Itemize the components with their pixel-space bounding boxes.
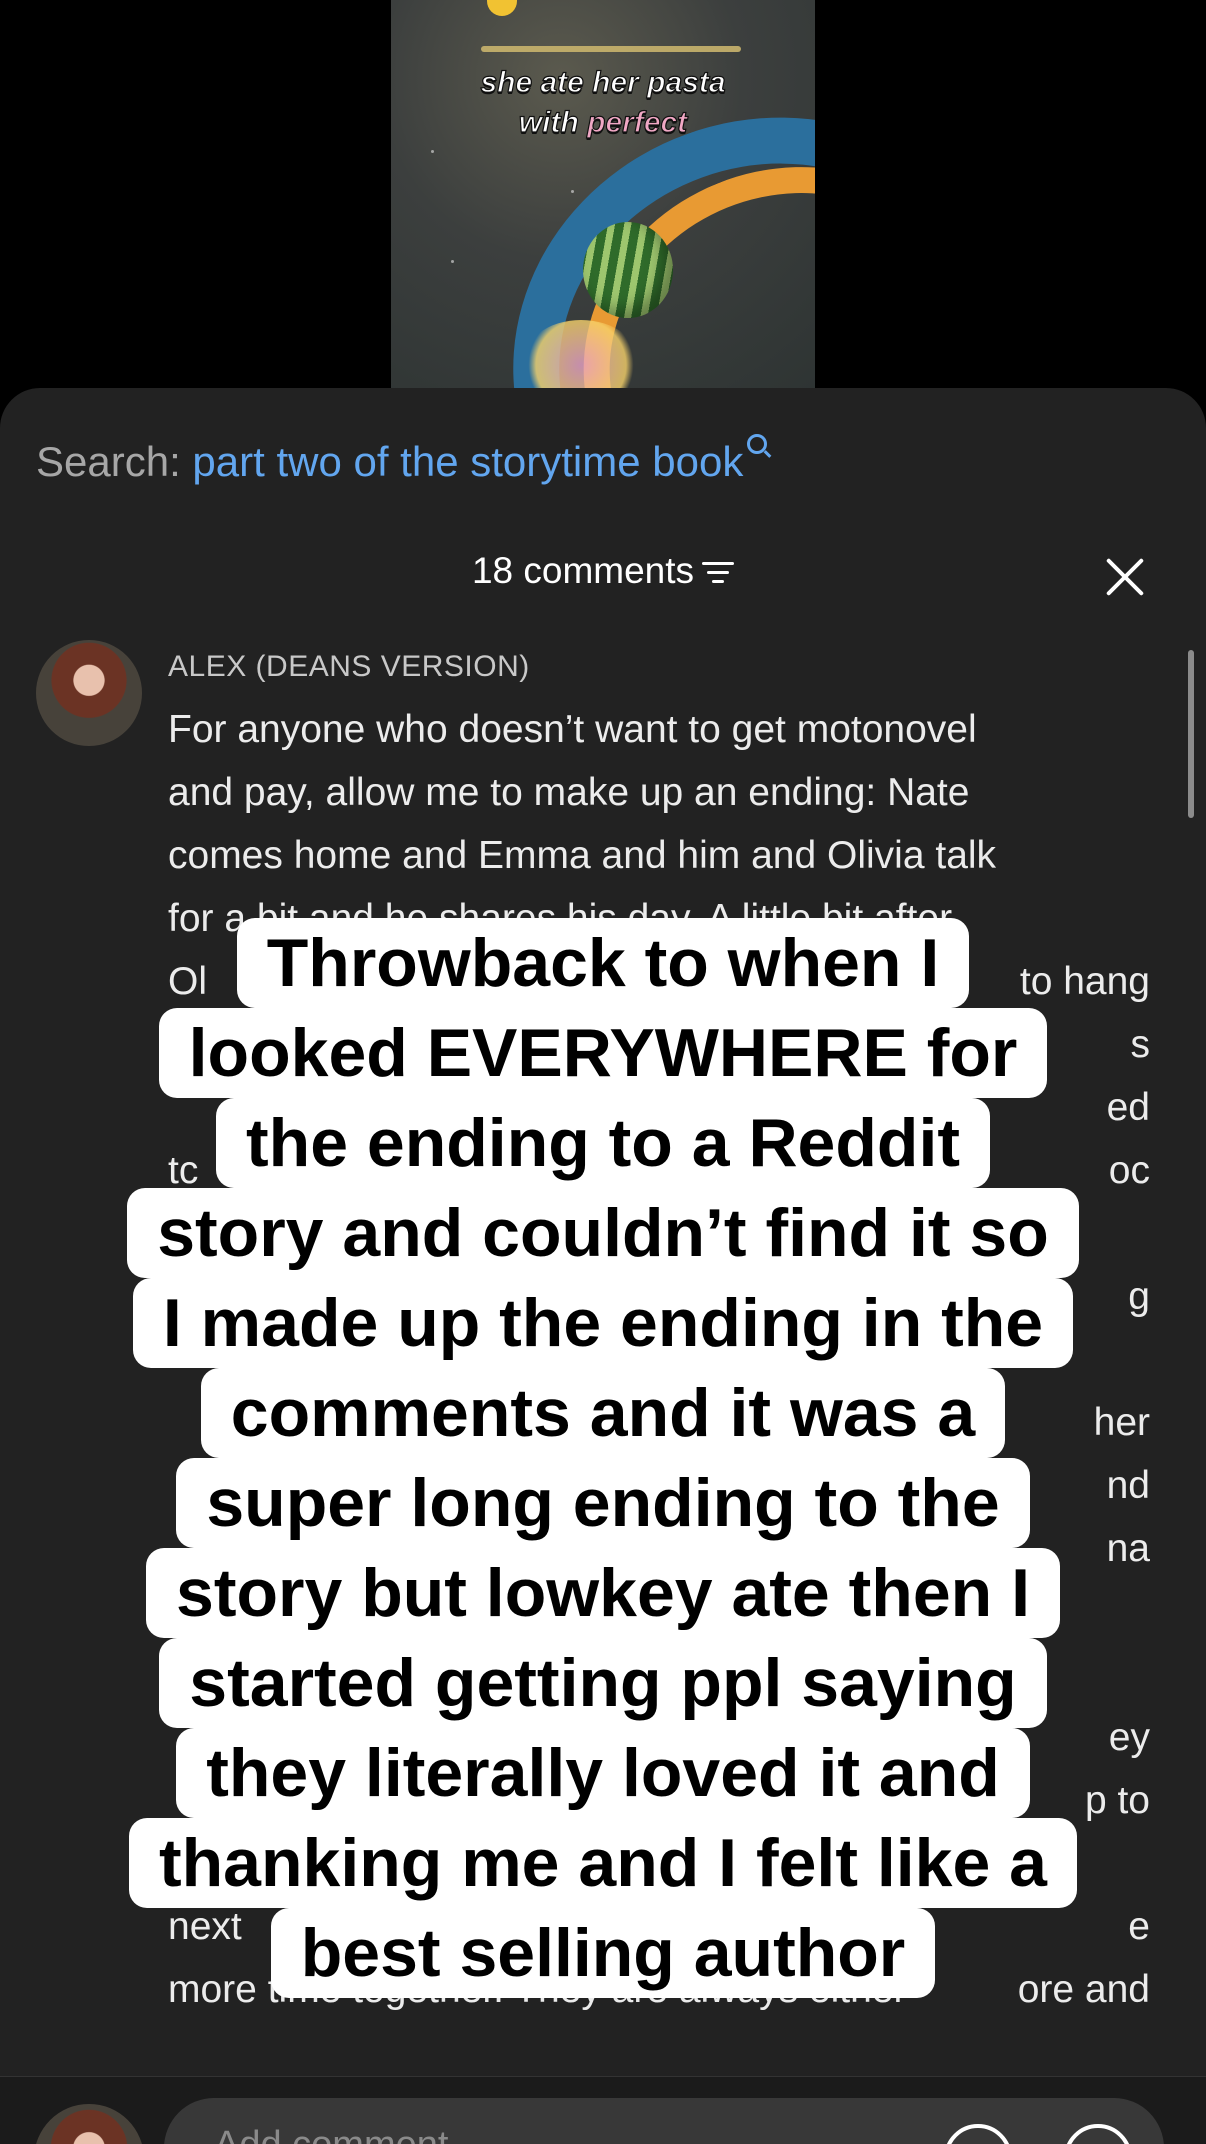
comment-line: For anyone who doesn’t want to get moton… [168,708,977,751]
search-suggestion[interactable]: Search: part two of the storytime book [36,434,768,486]
comments-header: 18 comments [0,550,1206,592]
add-comment-input[interactable]: Add comment... [164,2098,1164,2144]
overlay-caption-line: thanking me and I felt like a [129,1818,1077,1908]
rail-graphic [481,46,741,52]
overlay-caption-line: super long ending to the [176,1458,1030,1548]
add-comment-placeholder: Add comment... [214,2124,480,2144]
video-thumbnail[interactable]: she ate her pasta with perfect [391,0,815,392]
sun-graphic [487,0,517,16]
avatar[interactable] [36,640,142,746]
overlay-caption-line: Throwback to when I [236,918,970,1008]
overlay-caption-line: I made up the ending in the [132,1278,1074,1368]
overlay-caption-line: story but lowkey ate then I [146,1548,1060,1638]
filter-icon[interactable] [702,560,735,586]
comment-line: and pay, allow me to make up an ending: … [168,771,970,814]
scrollbar[interactable] [1188,650,1194,818]
overlay-caption-line: the ending to a Reddit [216,1098,990,1188]
search-label: Search: [36,438,181,485]
overlay-caption-line: story and couldn’t find it so [127,1188,1079,1278]
overlay-caption: Throwback to when Ilooked EVERYWHERE for… [0,918,1206,1998]
overlay-caption-line: best selling author [270,1908,936,1998]
overlay-caption-line: looked EVERYWHERE for [158,1008,1048,1098]
close-icon[interactable] [1104,556,1146,598]
search-query-link[interactable]: part two of the storytime book [192,438,743,485]
search-icon [747,434,768,454]
video-caption-line1: she ate her pasta [480,65,726,99]
overlay-caption-line: comments and it was a [200,1368,1006,1458]
video-caption-line2: with perfect [518,105,688,139]
comments-count: 18 comments [471,550,695,591]
watermelon-graphic [583,222,673,318]
overlay-caption-line: they literally loved it and [176,1728,1030,1818]
comment-line: comes home and Emma and him and Olivia t… [168,834,997,877]
overlay-caption-line: started getting ppl saying [159,1638,1047,1728]
comment-author[interactable]: ALEX (DEANS VERSION) [168,650,530,684]
